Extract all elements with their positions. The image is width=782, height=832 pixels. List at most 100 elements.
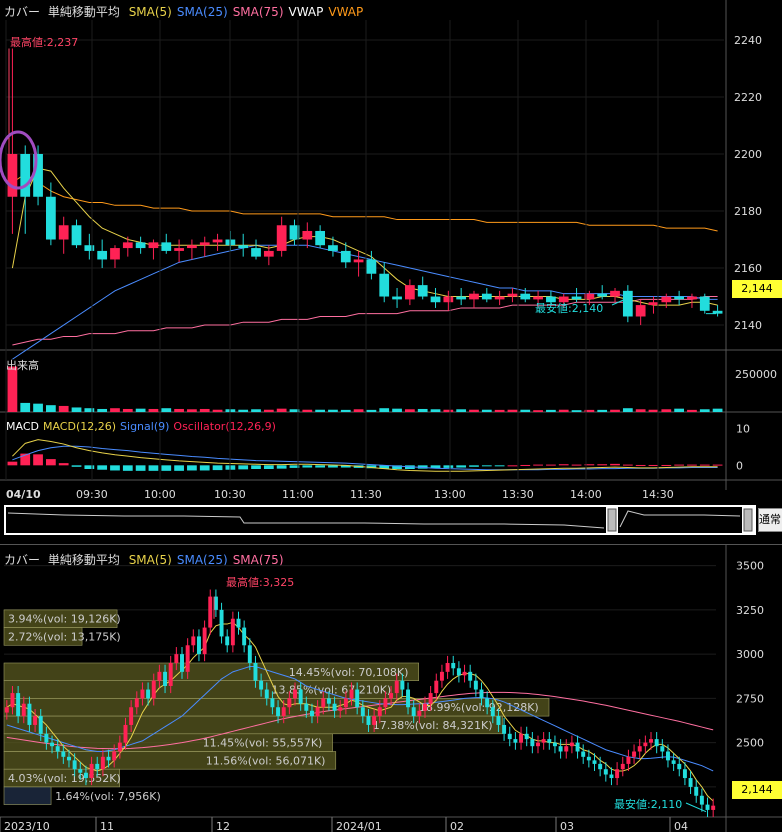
- sma5-line: [11, 167, 718, 306]
- oscillator-bar: [687, 464, 697, 466]
- candle-body: [355, 689, 360, 708]
- candle-body: [603, 769, 608, 775]
- volume-bar: [405, 409, 415, 412]
- volume-bar: [712, 408, 723, 412]
- candle-body: [191, 636, 196, 646]
- overview-scrollbar[interactable]: [4, 505, 756, 535]
- candle-body: [117, 742, 122, 752]
- candle-body: [502, 724, 507, 734]
- candle-body: [411, 707, 416, 717]
- time-label: 10:00: [144, 488, 176, 501]
- volume-bar: [251, 409, 261, 412]
- candle-body: [276, 225, 287, 251]
- candle-body: [682, 769, 687, 779]
- oscillator-bar: [7, 461, 18, 466]
- candle-body: [649, 739, 653, 743]
- candle-body: [479, 689, 484, 699]
- oscillator-bar: [456, 465, 467, 468]
- volume-bar: [315, 409, 325, 412]
- candle-body: [225, 636, 230, 646]
- candle-body: [161, 242, 172, 251]
- y-tick-label: 3500: [736, 560, 764, 573]
- candle-body: [462, 671, 467, 676]
- candle-body: [78, 769, 83, 773]
- oscillator-bar: [33, 454, 43, 466]
- oscillator-bar: [494, 465, 505, 467]
- candle-body: [366, 716, 371, 725]
- intraday-candles: [7, 48, 723, 326]
- oscillator-bar: [597, 464, 608, 466]
- oscillator-bar: [469, 465, 479, 467]
- y-tick-label: 2180: [734, 205, 762, 218]
- volume-bar: [20, 402, 31, 412]
- oscillator-bar: [174, 465, 184, 471]
- volume-profile-label: 14.45%(vol: 70,108K): [289, 666, 409, 679]
- candle-body: [558, 746, 563, 752]
- oscillator-bar: [148, 465, 159, 471]
- oscillator-bar: [251, 465, 261, 469]
- top-low-label: 最安値:2,140: [535, 301, 603, 315]
- overview-handle-left[interactable]: [607, 508, 617, 532]
- bottom-price-badge: 2,144: [732, 781, 782, 799]
- candle-body: [609, 774, 614, 779]
- candle-body: [95, 763, 100, 770]
- macd-legend: MACD MACD(12,26) Signal(9) Oscillator(12,26…: [6, 420, 280, 433]
- daily-y-axis: 225025002750300032503500: [736, 560, 764, 794]
- oscillator-bar: [302, 465, 313, 468]
- oscillator-bar: [315, 465, 325, 468]
- volume-bar: [622, 408, 633, 412]
- candle-body: [44, 733, 49, 743]
- volume-bar: [699, 409, 710, 412]
- candle-body: [134, 698, 139, 708]
- candle-body: [61, 751, 66, 757]
- oscillator-bar: [238, 465, 249, 470]
- month-label: 03: [560, 820, 574, 832]
- volume-bar: [392, 408, 402, 412]
- candle-body: [315, 230, 325, 246]
- oscillator-bar: [635, 464, 646, 466]
- oscillator-bar: [97, 465, 108, 470]
- candle-body: [392, 296, 402, 300]
- candle-body: [21, 703, 26, 717]
- oscillator-bar: [648, 464, 659, 466]
- time-label: 04/10: [6, 488, 41, 501]
- volume-bar: [687, 409, 697, 412]
- y-tick-label: 2240: [734, 34, 762, 47]
- bottom-high-label: 最高値:3,325: [226, 575, 294, 589]
- candle-body: [238, 245, 249, 249]
- candle-body: [360, 707, 365, 717]
- candle-body: [148, 242, 159, 249]
- time-label: 11:30: [350, 488, 382, 501]
- volume-bar: [533, 410, 543, 412]
- candle-body: [430, 296, 441, 303]
- candle-body: [213, 596, 218, 610]
- y-tick-label: 3000: [736, 648, 764, 661]
- overview-handle-right[interactable]: [743, 508, 753, 532]
- candle-body: [33, 716, 38, 725]
- month-label: 04: [674, 820, 688, 832]
- candle-body: [597, 293, 608, 297]
- candle-body: [122, 242, 133, 249]
- mode-button[interactable]: 通常: [758, 508, 782, 532]
- oscillator-bar: [571, 464, 582, 466]
- volume-bar: [199, 408, 210, 412]
- candle-body: [451, 662, 456, 669]
- candle-body: [89, 763, 94, 779]
- macd-tick-label: 10: [736, 423, 750, 436]
- oscillator-bar: [699, 464, 710, 466]
- candle-body: [338, 707, 343, 711]
- candle-body: [236, 618, 241, 628]
- oscillator-bar: [187, 465, 197, 471]
- macd-legend-item-3: Oscillator(12,26,9): [173, 420, 276, 433]
- candle-body: [445, 662, 450, 672]
- daily-chart: 3.94%(vol: 19,126K) 2.72%(vol: 13,175K) 14…: [0, 545, 782, 832]
- candle-body: [443, 296, 454, 303]
- volume-bar: [635, 409, 646, 412]
- candle-body: [366, 259, 377, 274]
- candle-body: [473, 680, 478, 690]
- volume-bar: [97, 408, 108, 412]
- candle-body: [20, 153, 31, 197]
- volume-title: 出来高: [6, 358, 39, 372]
- candle-body: [38, 716, 43, 734]
- volume-profile-label: 1.64%(vol: 7,956K): [55, 790, 161, 803]
